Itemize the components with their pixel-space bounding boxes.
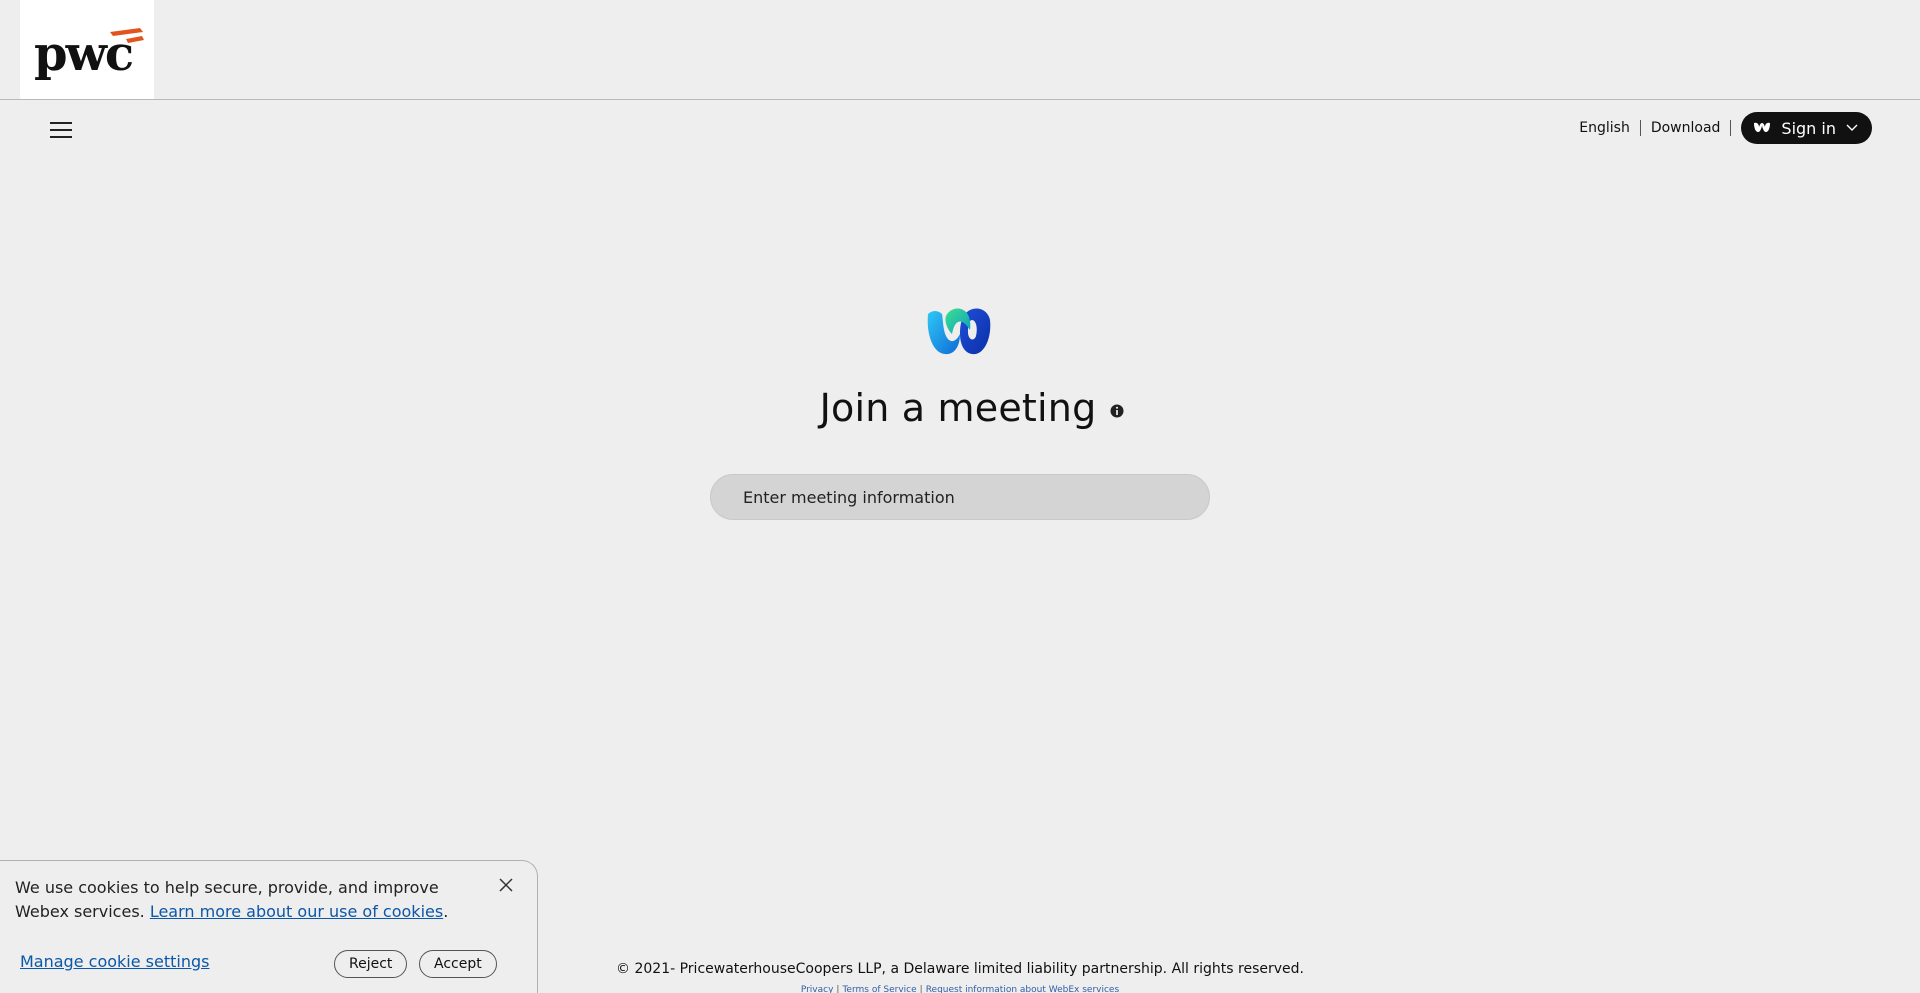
reject-cookies-button[interactable]: Reject bbox=[334, 950, 408, 978]
accept-cookies-button[interactable]: Accept bbox=[419, 950, 497, 978]
chevron-down-icon bbox=[1846, 124, 1858, 131]
cookie-period: . bbox=[443, 902, 449, 921]
top-nav: English Download Sign in bbox=[1569, 112, 1872, 144]
meeting-info-input[interactable] bbox=[710, 474, 1210, 520]
sign-in-button[interactable]: Sign in bbox=[1741, 112, 1872, 144]
pwc-logo-text: pwc bbox=[34, 26, 134, 82]
sign-in-label: Sign in bbox=[1781, 118, 1836, 138]
cookie-message: We use cookies to help secure, provide, … bbox=[15, 876, 485, 924]
pwc-logo[interactable]: pwc bbox=[20, 0, 154, 99]
nav-divider bbox=[1730, 120, 1732, 136]
brand-header: pwc bbox=[0, 0, 1920, 100]
hamburger-menu-icon[interactable] bbox=[50, 120, 74, 140]
request-info-link[interactable]: Request information about WebEx services bbox=[926, 985, 1119, 993]
webex-logo-icon bbox=[927, 308, 991, 355]
privacy-link[interactable]: Privacy bbox=[801, 985, 834, 993]
cookie-learn-more-link[interactable]: Learn more about our use of cookies bbox=[150, 902, 443, 921]
terms-link[interactable]: Terms of Service bbox=[842, 985, 916, 993]
page-title: Join a meeting bbox=[819, 386, 1097, 430]
info-icon[interactable] bbox=[1110, 404, 1124, 418]
manage-cookie-settings-link[interactable]: Manage cookie settings bbox=[20, 952, 209, 971]
webex-mini-icon bbox=[1754, 122, 1771, 133]
webex-join-page: pwc English Download Sign in Join a meet… bbox=[0, 0, 1920, 993]
title-row: Join a meeting bbox=[0, 378, 1920, 438]
close-icon[interactable] bbox=[498, 877, 514, 893]
language-link[interactable]: English bbox=[1569, 119, 1640, 137]
download-link[interactable]: Download bbox=[1641, 119, 1731, 137]
